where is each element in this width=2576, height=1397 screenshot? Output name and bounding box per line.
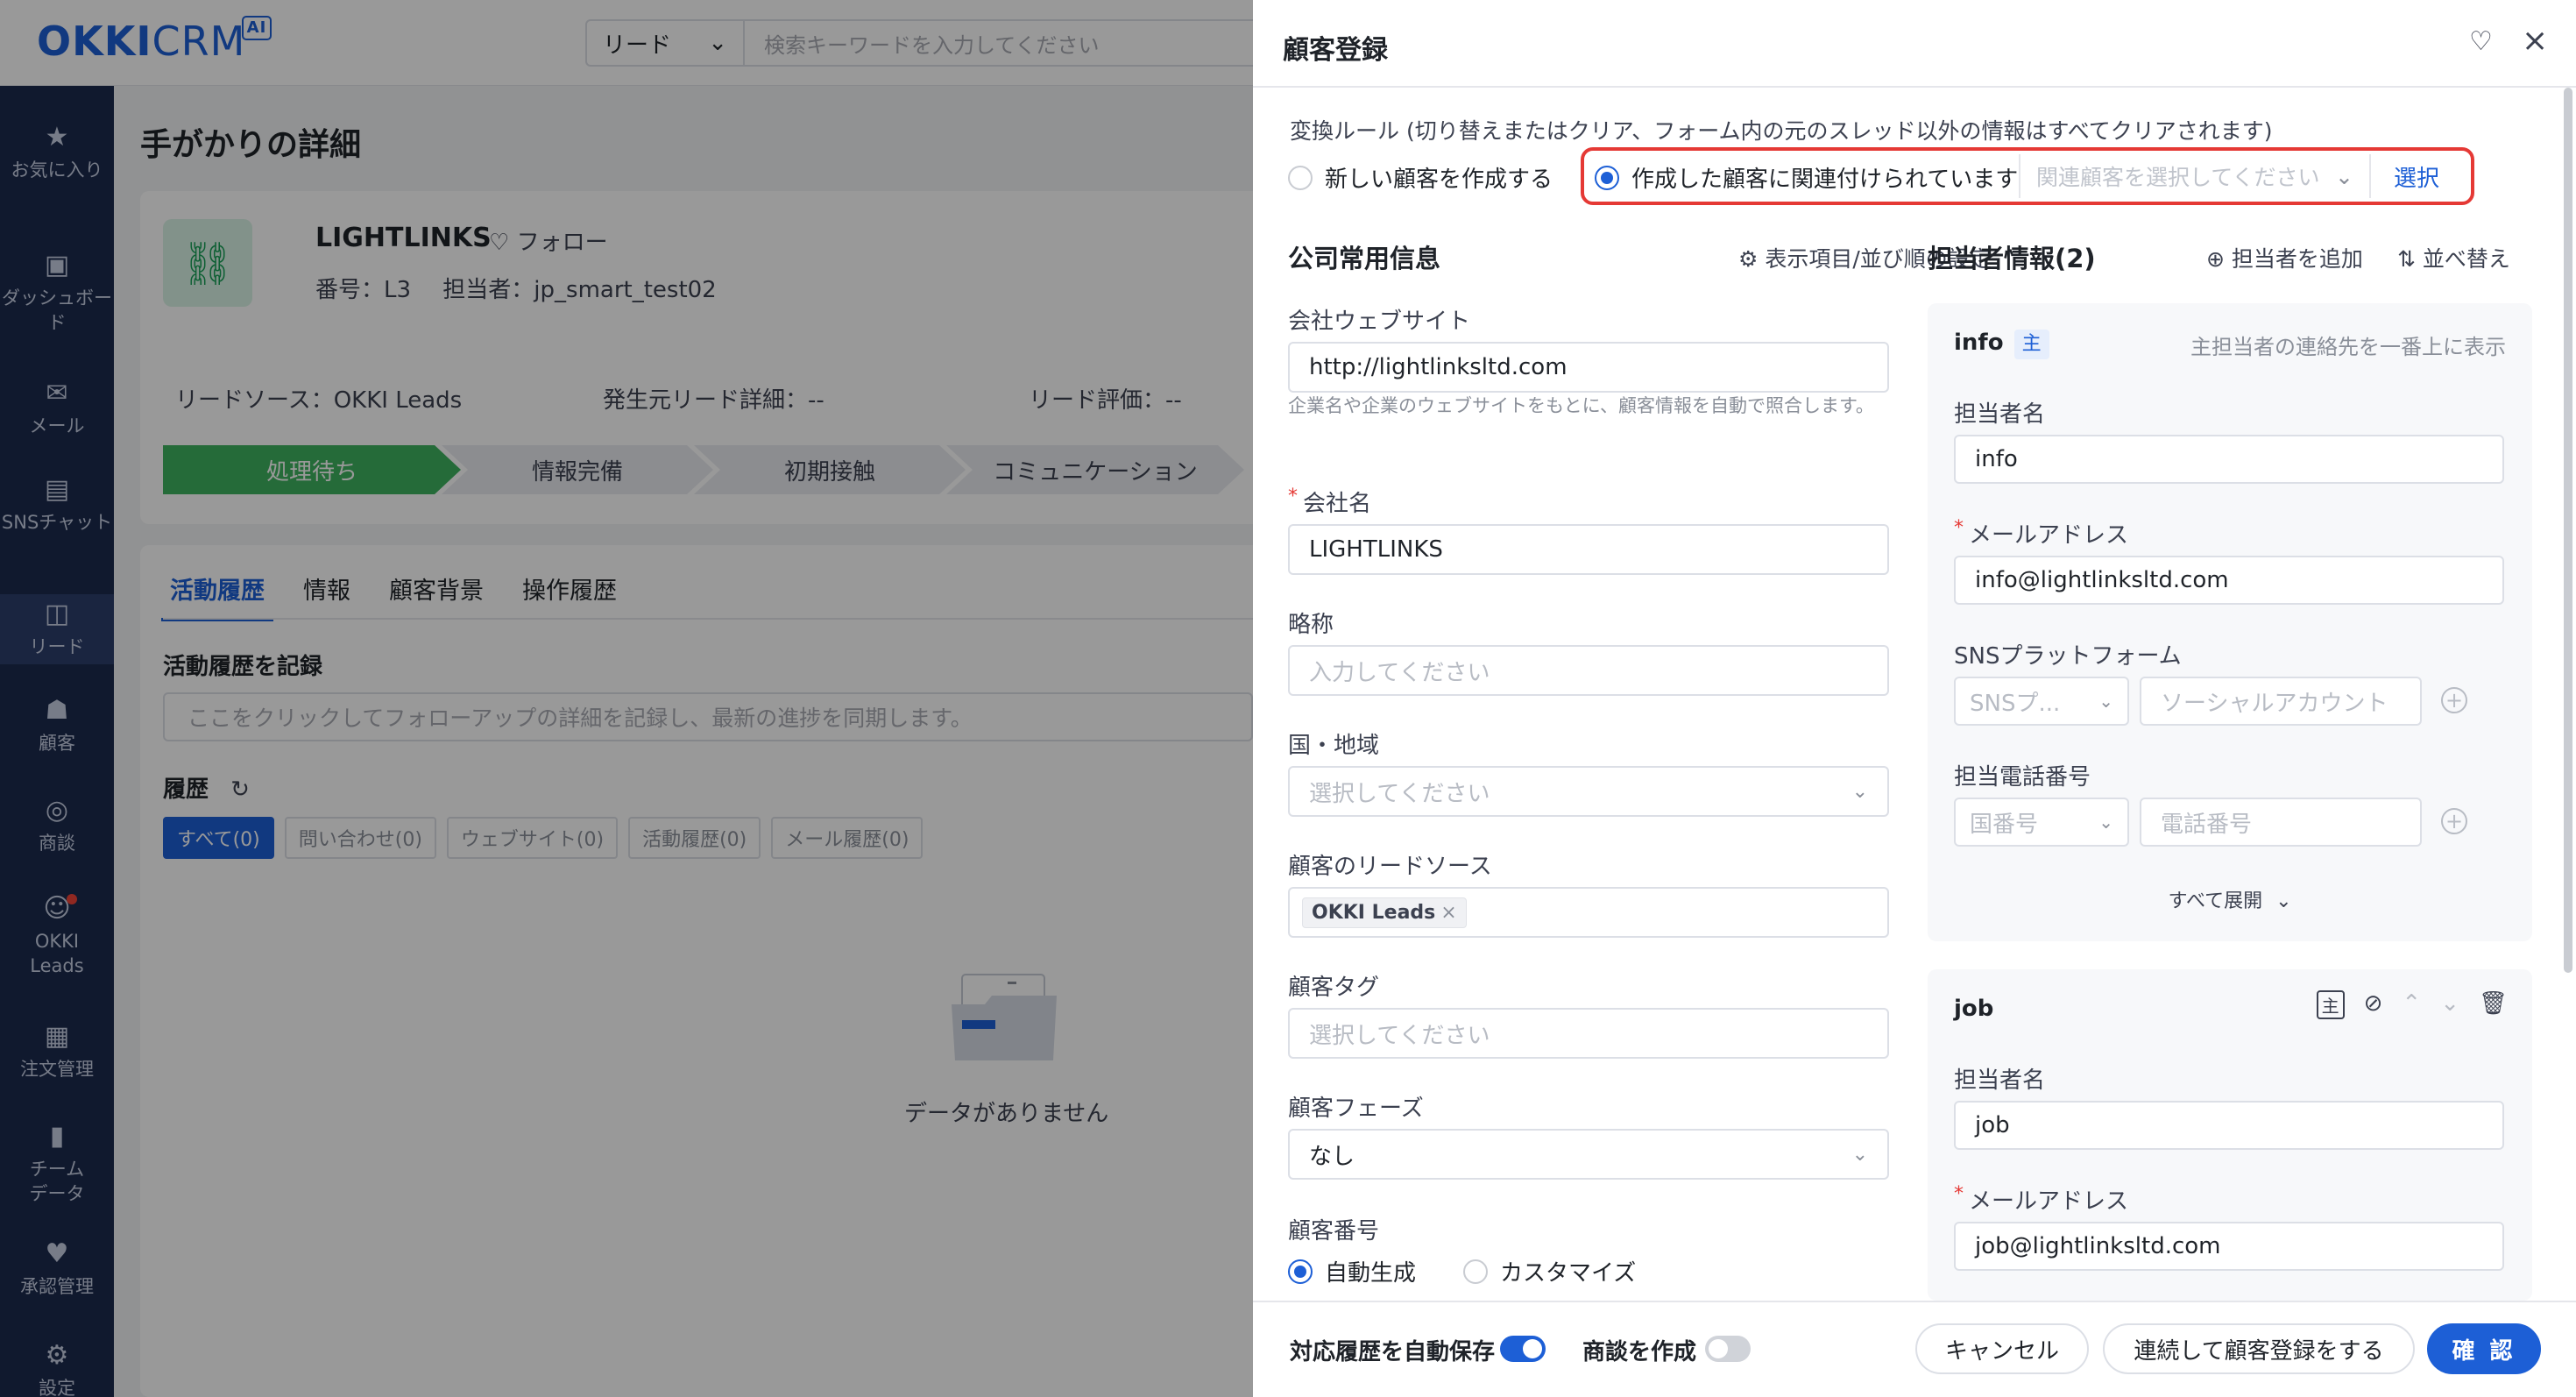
company-name-label: * 会社名 <box>1288 486 1372 517</box>
primary-badge: 主 <box>2013 330 2049 359</box>
conversion-rule-text: 変換ルール (切り替えまたはクリア、フォーム内の元のスレッド以外の情報はすべてク… <box>1290 118 2273 144</box>
contact-card-job: job 主 ⊘ ⌃ ⌄ 🗑 担当者名 job * メールアドレス job@ligh… <box>1928 969 2532 1301</box>
add-contact-button[interactable]: ⊕ 担当者を追加 <box>2206 242 2363 273</box>
phone-input[interactable]: 電話番号 <box>2140 798 2422 847</box>
drawer-divider <box>1253 86 2576 88</box>
plus-circle-icon: ⊕ <box>2206 246 2225 272</box>
email-label: * メールアドレス <box>1954 1183 2129 1215</box>
customer-phase-select[interactable]: なし ⌄ <box>1288 1129 1889 1180</box>
website-label: 会社ウェブサイト <box>1288 308 1471 335</box>
email-field[interactable]: job@lightlinksltd.com <box>1954 1222 2504 1271</box>
customer-number-label: 顧客番号 <box>1288 1218 1380 1245</box>
email-label: * メールアドレス <box>1954 517 2129 549</box>
radio-customize[interactable] <box>1463 1259 1489 1284</box>
contact-actions: 主 ⊘ ⌃ ⌄ 🗑 <box>2316 990 2508 1019</box>
drawer-footer: 対応履歴を自動保存 商談を作成 キャンセル 連続して顧客登録をする 確 認 <box>1253 1301 2576 1397</box>
lead-source-select[interactable]: OKKI Leads × <box>1288 887 1889 938</box>
company-name-input[interactable]: LIGHTLINKS <box>1288 524 1889 575</box>
add-phone-icon[interactable]: + <box>2441 808 2467 834</box>
chevron-down-icon: ⌄ <box>2098 812 2113 833</box>
social-account-input[interactable]: ソーシャルアカウント <box>2140 677 2422 726</box>
contact-section-title: 担当者情報(2) <box>1928 244 2096 273</box>
phone-label: 担当電話番号 <box>1954 764 2091 791</box>
create-deal-toggle[interactable] <box>1705 1336 1751 1362</box>
create-deal-label: 商談を作成 <box>1582 1339 1697 1365</box>
sort-button[interactable]: ⇅ 並べ替え <box>2397 242 2510 273</box>
disable-icon[interactable]: ⊘ <box>2364 990 2383 1019</box>
customer-phase-label: 顧客フェーズ <box>1288 1096 1424 1122</box>
autosave-label: 対応履歴を自動保存 <box>1290 1339 1496 1365</box>
set-primary-icon[interactable]: 主 <box>2316 990 2345 1019</box>
email-field[interactable]: info@lightlinksltd.com <box>1954 556 2504 605</box>
contact-name-heading: info 主 <box>1954 330 2049 359</box>
country-label: 国・地域 <box>1288 733 1380 759</box>
trash-icon[interactable]: 🗑 <box>2479 990 2508 1019</box>
contact-name-label: 担当者名 <box>1954 401 2046 428</box>
gear-icon: ⚙ <box>1738 246 1759 272</box>
modal-overlay[interactable] <box>0 0 1253 1397</box>
autosave-toggle[interactable] <box>1500 1336 1546 1362</box>
chevron-down-icon: ⌄ <box>2335 163 2353 189</box>
customer-tag-select[interactable]: 選択してください <box>1288 1008 1889 1059</box>
customer-tag-label: 顧客タグ <box>1288 975 1380 1001</box>
contact-name-input[interactable]: job <box>1954 1101 2504 1150</box>
customer-number-options: 自動生成 カスタマイズ <box>1288 1255 1636 1287</box>
chevron-down-icon: ⌄ <box>2098 691 2113 712</box>
contact-card-info: info 主 主担当者の連絡先を一番上に表示 担当者名 info * メールアドレス… <box>1928 303 2532 941</box>
select-customer-button[interactable]: 選択 <box>2369 154 2462 198</box>
sort-icon: ⇅ <box>2397 246 2416 272</box>
move-down-icon[interactable]: ⌄ <box>2440 990 2459 1019</box>
primary-hint: 主担当者の連絡先を一番上に表示 <box>2190 335 2506 359</box>
expand-all-button[interactable]: すべて展開 ⌄ <box>1928 885 2532 913</box>
contact-name-heading: job <box>1954 996 1994 1022</box>
company-section-title: 公司常用信息 <box>1288 244 1441 273</box>
radio-link-existing[interactable] <box>1595 165 1619 190</box>
drawer-title: 顧客登録 <box>1283 35 1388 66</box>
related-customer-select[interactable]: 関連顧客を選択してください ⌄ <box>2019 154 2369 198</box>
option-link-existing-customer[interactable]: 作成した顧客に関連付けられています <box>1595 161 2018 194</box>
contact-name-label: 担当者名 <box>1954 1067 2046 1094</box>
chevron-down-icon: ⌄ <box>2275 890 2292 912</box>
lead-source-tag: OKKI Leads × <box>1302 897 1467 928</box>
close-icon[interactable]: × <box>2522 23 2548 59</box>
contact-name-input[interactable]: info <box>1954 435 2504 484</box>
cancel-button[interactable]: キャンセル <box>1915 1323 2089 1374</box>
heart-icon[interactable]: ♡ <box>2469 26 2493 57</box>
sns-platform-select[interactable]: SNSプ... ⌄ <box>1954 677 2129 726</box>
website-input[interactable]: http://lightlinksltd.com <box>1288 342 1889 393</box>
move-up-icon[interactable]: ⌃ <box>2402 990 2421 1019</box>
continue-register-button[interactable]: 連続して顧客登録をする <box>2103 1323 2415 1374</box>
sns-platform-label: SNSプラットフォーム <box>1954 643 2182 670</box>
short-name-input[interactable]: 入力してください <box>1288 645 1889 696</box>
chevron-down-icon: ⌄ <box>1851 1143 1868 1166</box>
radio-create-new[interactable] <box>1288 165 1313 190</box>
option-create-new-customer[interactable]: 新しい顧客を作成する <box>1288 161 1553 194</box>
close-icon[interactable]: × <box>1440 902 1456 924</box>
website-hint: 企業名や企業のウェブサイトをもとに、顧客情報を自動で照合します。 <box>1288 395 1874 416</box>
confirm-button[interactable]: 確 認 <box>2427 1323 2541 1374</box>
short-name-label: 略称 <box>1288 612 1334 638</box>
country-code-select[interactable]: 国番号 ⌄ <box>1954 798 2129 847</box>
chevron-down-icon: ⌄ <box>1851 780 1868 803</box>
country-select[interactable]: 選択してください ⌄ <box>1288 766 1889 817</box>
scrollbar[interactable] <box>2564 88 2572 973</box>
lead-source-label: 顧客のリードソース <box>1288 854 1492 880</box>
customer-registration-drawer: 顧客登録 ♡ × 変換ルール (切り替えまたはクリア、フォーム内の元のスレッド以… <box>1253 0 2576 1397</box>
radio-auto-generate[interactable] <box>1288 1259 1313 1284</box>
add-sns-icon[interactable]: + <box>2441 687 2467 713</box>
